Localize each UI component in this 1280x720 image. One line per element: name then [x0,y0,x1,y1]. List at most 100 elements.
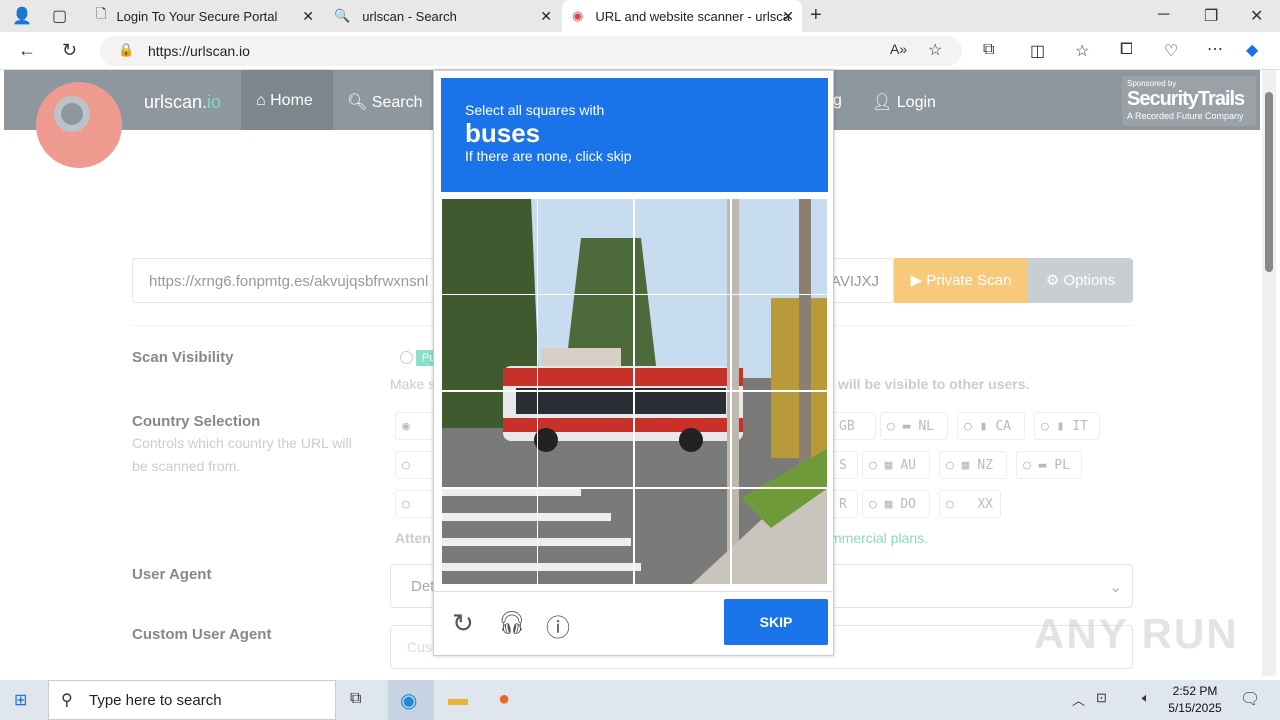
nav-partial[interactable]: g [833,70,842,130]
nav-home[interactable]: ⌂ Home [241,70,333,130]
captcha-tile[interactable] [441,391,538,488]
url-text: https://urlscan.io [148,43,250,59]
network-icon[interactable]: ⊡ [1096,690,1107,706]
scan-visibility-label: Scan Visibility [132,349,234,366]
tray-overflow-icon[interactable]: ︿ [1072,690,1085,709]
captcha-tile[interactable] [731,391,828,488]
country-xx[interactable]: ○ XX [939,490,1001,518]
close-tab-icon[interactable]: ✕ [302,8,314,25]
nav-search[interactable]: 🔍︎ Search [347,70,422,130]
captcha-tile[interactable] [731,488,828,585]
back-icon[interactable]: ← [18,40,36,61]
captcha-tile[interactable] [537,198,634,295]
close-tab-icon[interactable]: ✕ [782,8,794,25]
headphones-icon[interactable]: 🎧︎ [498,610,526,636]
captcha-tile[interactable] [731,294,828,391]
captcha-header: Select all squares with buses If there a… [441,78,828,192]
collections-icon[interactable]: ⧠ [1120,41,1133,59]
new-tab-icon[interactable]: + [810,4,822,27]
search-icon: 🔍 [334,8,351,23]
address-bar[interactable]: 🔒 https://urlscan.io A» ☆ [100,36,962,66]
country-r[interactable]: R [832,490,858,518]
edge-icon: ◉ [400,690,418,712]
edge-taskbar-button[interactable]: ◉ [388,680,434,720]
more-icon[interactable]: ⋯ [1207,39,1223,59]
file-explorer-icon[interactable]: ▬ [448,688,468,711]
urlscan-logo[interactable] [36,82,122,168]
address-bar-row: ← ↻ 🔒 https://urlscan.io A» ☆ ⧉ ◫ ☆ ⧠ ♡ … [0,32,1280,70]
reload-icon[interactable]: ↻ [452,608,474,639]
country-radio[interactable]: ○ [395,490,435,518]
country-gb[interactable]: GB [832,412,876,440]
read-aloud-icon[interactable]: A» [890,41,907,57]
refresh-icon[interactable]: ↻ [62,40,77,61]
private-scan-button[interactable]: ▶ Private Scan [894,258,1028,303]
custom-user-agent-label: Custom User Agent [132,626,272,643]
close-window-icon[interactable]: ✕ [1250,6,1263,26]
country-ca[interactable]: ○ ▮ CA [957,412,1025,440]
nav-login[interactable]: 👤︎ Login [872,70,936,130]
home-icon: ⌂ [256,92,271,109]
options-button[interactable]: ⚙ Options [1028,258,1133,303]
captcha-tile[interactable] [537,488,634,585]
brand-text[interactable]: urlscan.io [144,70,221,130]
tab-title: Login To Your Secure Portal [116,8,278,24]
captcha-tile[interactable] [441,488,538,585]
extensions-icon[interactable]: ⧉ [983,41,994,59]
captcha-tile[interactable] [441,198,538,295]
firefox-icon[interactable]: ● [498,688,510,711]
country-nz[interactable]: ○ ▦ NZ [939,451,1007,479]
captcha-hint: If there are none, click skip [465,148,632,164]
close-tab-icon[interactable]: ✕ [540,8,552,25]
country-selected-radio[interactable]: ◉ [395,412,435,440]
captcha-tile[interactable] [634,391,731,488]
copilot-icon[interactable]: ◆ [1246,40,1258,60]
tab-actions-icon[interactable]: ▢ [52,6,67,26]
scrollbar[interactable] [1262,70,1276,676]
task-view-icon[interactable]: ⧉ [350,690,361,708]
captcha-tile[interactable] [634,294,731,391]
country-help: Controls which country the URL will be s… [132,435,352,474]
country-it[interactable]: ○ ▮ IT [1034,412,1100,440]
country-pl[interactable]: ○ ▬ PL [1016,451,1082,479]
captcha-tile[interactable] [634,488,731,585]
windows-start-icon[interactable]: ⊞ [14,690,27,710]
captcha-tile[interactable] [537,391,634,488]
favorites-icon[interactable]: ☆ [1075,41,1089,61]
securitytrails-sponsor[interactable]: Sponsored by SecurityTrails A Recorded F… [1122,76,1256,126]
captcha-tile[interactable] [441,294,538,391]
country-radio[interactable]: ○ [395,451,435,479]
tab-title: URL and website scanner - urlsca [595,8,790,24]
country-s[interactable]: S [832,451,858,479]
tab-login[interactable]: 🗋 Login To Your Secure Portal ✕ [86,0,322,32]
commercial-plans-link[interactable]: mmercial plans. [830,527,928,550]
profile-icon[interactable]: 👤 [12,6,32,26]
minimize-icon[interactable]: ─ [1158,6,1169,24]
country-do[interactable]: ○ ▦ DO [862,490,930,518]
tab-urlscan-search[interactable]: 🔍 urlscan - Search ✕ [324,0,560,32]
info-icon[interactable]: ⓘ [546,608,570,643]
visibility-note: Make s [390,376,436,392]
clock[interactable]: 2:52 PM 5/15/2025 [1160,683,1230,717]
notifications-icon[interactable]: 🗨︎ [1240,689,1260,709]
favorite-icon[interactable]: ☆ [928,40,942,60]
scroll-thumb[interactable] [1265,92,1273,272]
lock-icon[interactable]: 🔒 [118,42,134,58]
tab-title: urlscan - Search [362,8,457,24]
visibility-public-radio[interactable] [400,351,413,364]
taskbar-search-input[interactable]: ⚲ Type here to search [48,680,336,720]
page-icon: 🗋 [96,6,107,21]
volume-icon[interactable]: 🔈︎ [1142,690,1150,706]
captcha-tile[interactable] [731,198,828,295]
country-au[interactable]: ○ ▦ AU [862,451,930,479]
play-icon: ▶ [910,272,927,289]
skip-button[interactable]: SKIP [724,599,828,645]
tab-urlscan-scanner[interactable]: ◉ URL and website scanner - urlsca ✕ [562,0,802,32]
split-screen-icon[interactable]: ◫ [1030,41,1045,61]
captcha-tile[interactable] [537,294,634,391]
captcha-tile[interactable] [634,198,731,295]
country-nl[interactable]: ○ ▬ NL [880,412,948,440]
maximize-icon[interactable]: ❐ [1204,6,1218,26]
browser-essentials-icon[interactable]: ♡ [1164,41,1178,61]
search-icon: 🔍︎ [347,94,372,111]
